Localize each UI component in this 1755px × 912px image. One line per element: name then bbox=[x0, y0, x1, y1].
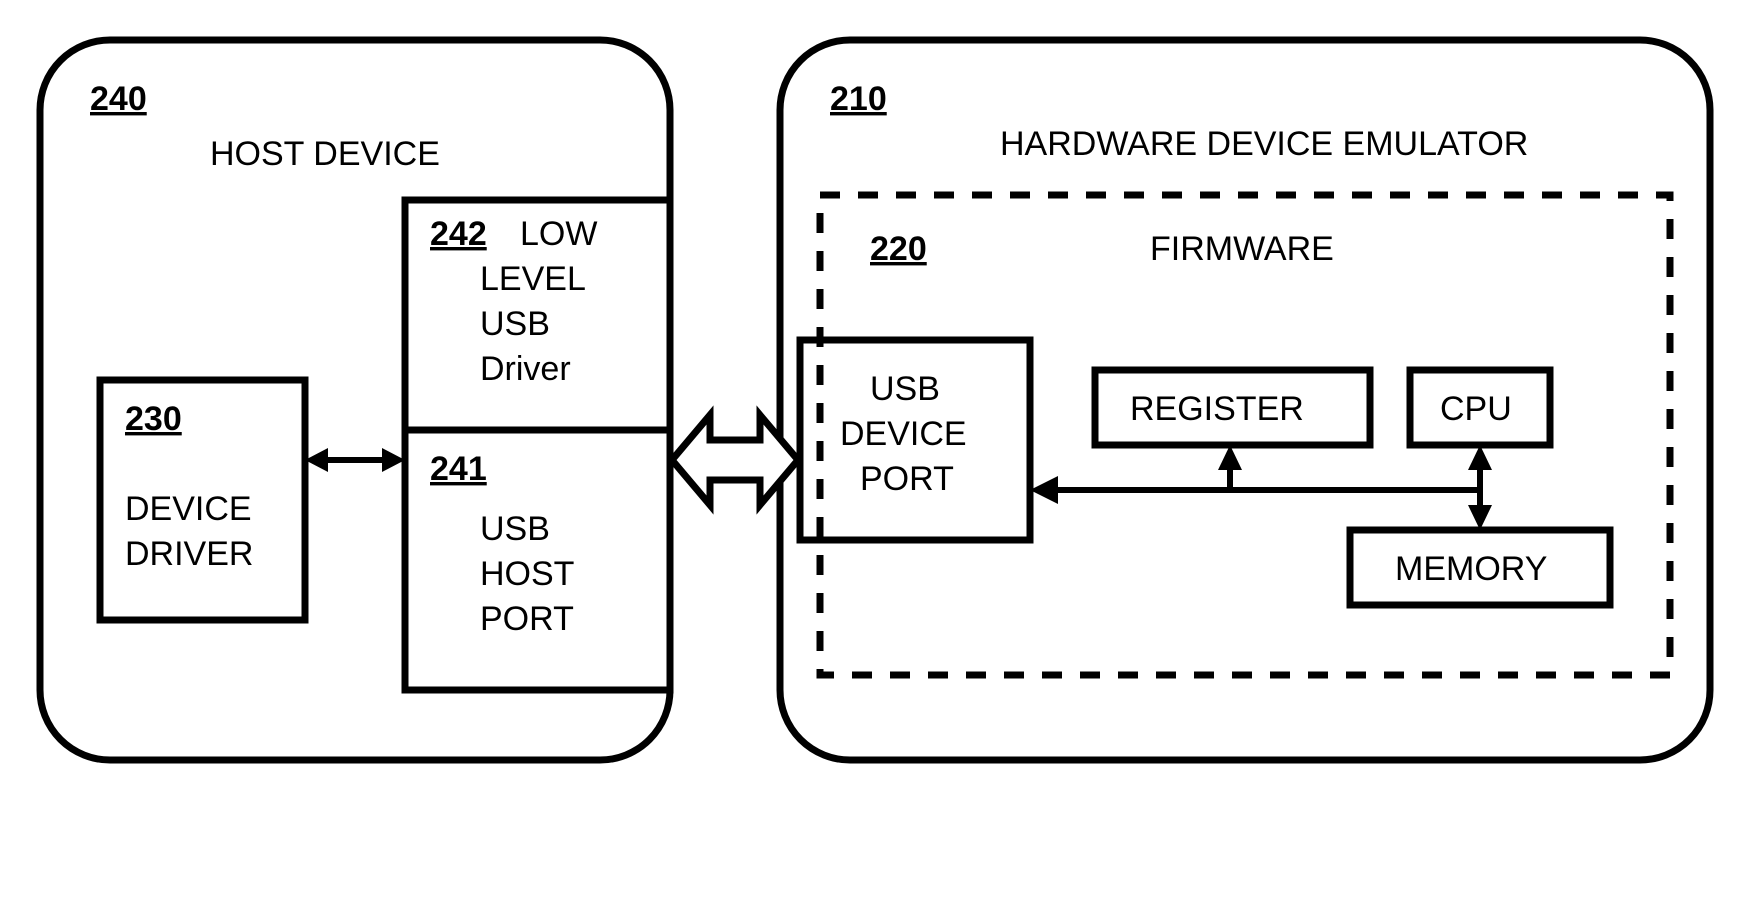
low-level-line2: LEVEL bbox=[480, 260, 586, 298]
host-port-line3: PORT bbox=[480, 600, 574, 638]
host-port-line2: HOST bbox=[480, 555, 574, 593]
low-level-line3: USB bbox=[480, 305, 550, 343]
device-driver-line1: DEVICE bbox=[125, 490, 252, 528]
host-port-ref: 241 bbox=[430, 450, 487, 488]
architecture-diagram: 240 HOST DEVICE 230 DEVICE DRIVER 242 LO… bbox=[0, 0, 1755, 912]
emu-ref: 210 bbox=[830, 80, 887, 118]
low-level-ref: 242 bbox=[430, 215, 487, 253]
device-driver-ref: 230 bbox=[125, 400, 182, 438]
cpu-label: CPU bbox=[1440, 390, 1512, 428]
usb-device-port-line3: PORT bbox=[860, 460, 954, 498]
firmware-title: FIRMWARE bbox=[1150, 230, 1334, 268]
bus-line bbox=[1030, 445, 1492, 530]
low-level-line1: LOW bbox=[520, 215, 597, 253]
device-driver-line2: DRIVER bbox=[125, 535, 253, 573]
host-port-line1: USB bbox=[480, 510, 550, 548]
emu-title: HARDWARE DEVICE EMULATOR bbox=[1000, 125, 1528, 163]
arrow-driver-to-hostport bbox=[305, 448, 405, 472]
low-level-line4: Driver bbox=[480, 350, 571, 388]
firmware-ref: 220 bbox=[870, 230, 927, 268]
memory-label: MEMORY bbox=[1395, 550, 1547, 588]
usb-device-port-line1: USB bbox=[870, 370, 940, 408]
usb-device-port-line2: DEVICE bbox=[840, 415, 967, 453]
host-title: HOST DEVICE bbox=[210, 135, 440, 173]
register-label: REGISTER bbox=[1130, 390, 1304, 428]
host-ref: 240 bbox=[90, 80, 147, 118]
